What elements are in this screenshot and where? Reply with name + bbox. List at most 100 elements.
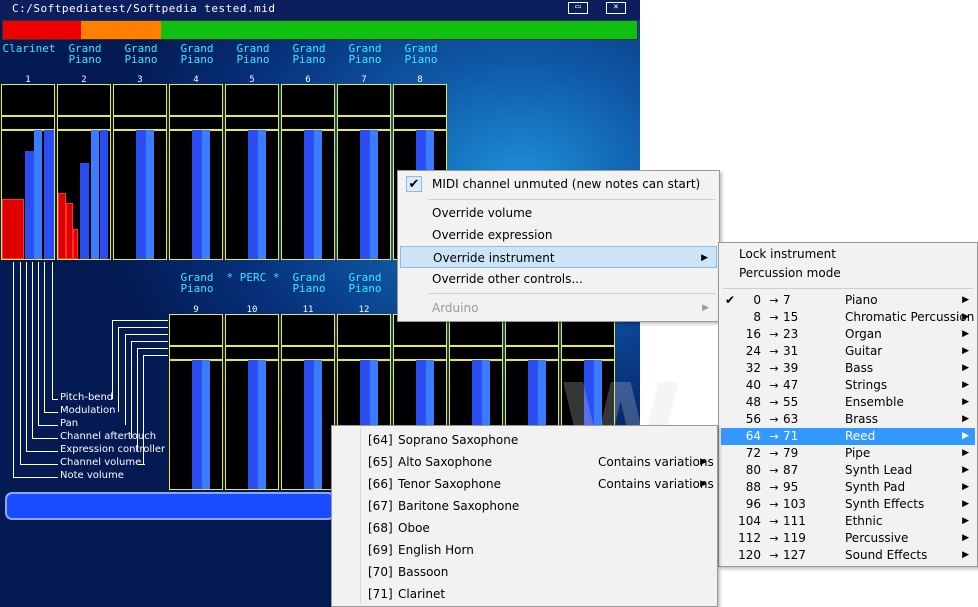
channel-pan-box[interactable] — [449, 346, 503, 360]
channel-volume-bar — [192, 360, 202, 489]
submenu-arrow-icon: ▶ — [962, 516, 969, 526]
channel-meter[interactable] — [281, 130, 335, 260]
menu-item-instrument-group-ethnic[interactable]: 104 → 111 Ethnic ▶ — [721, 513, 975, 530]
channel-meter[interactable] — [225, 130, 279, 260]
menu-item-override-volume[interactable]: Override volume — [400, 202, 717, 224]
menu-item-instrument-group-synth-effects[interactable]: 96 → 103 Synth Effects ▶ — [721, 496, 975, 513]
menu-item-instrument-group-synth-lead[interactable]: 80 → 87 Synth Lead ▶ — [721, 462, 975, 479]
aftertouch-bar — [100, 130, 108, 259]
channel-mute-box[interactable] — [57, 84, 111, 116]
menu-item-override-other-controls[interactable]: Override other controls... — [400, 268, 717, 290]
legend-connector — [112, 320, 113, 399]
instrument-name: Tenor Saxophone — [398, 477, 501, 491]
channel-pan-box[interactable] — [561, 346, 615, 360]
channel-meter[interactable] — [337, 130, 391, 260]
menu-item-instrument-group-bass[interactable]: 32 → 39 Bass ▶ — [721, 360, 975, 377]
program-range-end: 71 — [783, 429, 799, 443]
channel-meter[interactable] — [1, 130, 55, 260]
menu-item-percussion-mode[interactable]: Percussion mode — [721, 264, 975, 283]
note-volume-bar — [2, 199, 24, 259]
channel-mute-box[interactable] — [169, 84, 223, 116]
menu-item-instrument-group-percussive[interactable]: 112 → 119 Percussive ▶ — [721, 530, 975, 547]
channel-mute-box[interactable] — [393, 84, 447, 116]
window-title: C:/Softpediatest/Softpedia tested.mid — [12, 2, 276, 15]
legend-connector — [143, 355, 168, 356]
menu-item-instrument-group-pipe[interactable]: 72 → 79 Pipe ▶ — [721, 445, 975, 462]
channel-pan-box[interactable] — [393, 346, 447, 360]
menu-item-instrument-group-ensemble[interactable]: 48 → 55 Ensemble ▶ — [721, 394, 975, 411]
channel-pan-box[interactable] — [337, 346, 391, 360]
menu-item-reed-instrument[interactable]: [71] Clarinet — [334, 583, 715, 605]
channel-pan-box[interactable] — [1, 116, 55, 130]
close-button[interactable]: ✕ — [606, 2, 626, 14]
expression-bar — [370, 130, 378, 259]
channel-meter[interactable] — [169, 360, 223, 490]
range-arrow-icon: → — [769, 362, 779, 375]
menu-item-reed-instrument[interactable]: [69] English Horn — [334, 539, 715, 561]
menu-item-instrument-group-sound-effects[interactable]: 120 → 127 Sound Effects ▶ — [721, 547, 975, 564]
note-volume-bar — [73, 229, 78, 259]
menu-item-instrument-group-brass[interactable]: 56 → 63 Brass ▶ — [721, 411, 975, 428]
menu-item-instrument-group-reed[interactable]: 64 → 71 Reed ▶ — [721, 428, 975, 445]
menu-item-reed-instrument[interactable]: [65] Alto Saxophone Contains variations ▶ — [334, 451, 715, 473]
channel-mute-box[interactable] — [281, 314, 335, 346]
channel-pan-box[interactable] — [57, 116, 111, 130]
channel-meter[interactable] — [57, 130, 111, 260]
channel-mute-box[interactable] — [337, 84, 391, 116]
instrument-group-name: Reed — [845, 429, 876, 443]
instrument-group-name: Ethnic — [845, 514, 883, 528]
channel-pan-box[interactable] — [169, 346, 223, 360]
channel-pan-box[interactable] — [113, 116, 167, 130]
menu-item-instrument-group-guitar[interactable]: 24 → 31 Guitar ▶ — [721, 343, 975, 360]
channel-mute-box[interactable] — [225, 84, 279, 116]
channel-mute-box[interactable] — [113, 84, 167, 116]
menu-item-reed-instrument[interactable]: [67] Baritone Saxophone — [334, 495, 715, 517]
menu-item-override-instrument[interactable]: Override instrument ▶ — [400, 246, 717, 268]
channel-mute-box[interactable] — [225, 314, 279, 346]
legend-connector — [32, 262, 33, 438]
menu-item-instrument-group-chromatic-percussion[interactable]: 8 → 15 Chromatic Percussion ▶ — [721, 309, 975, 326]
range-arrow-icon: → — [769, 311, 779, 324]
channel-pan-box[interactable] — [393, 116, 447, 130]
instrument-group-name: Organ — [845, 327, 882, 341]
menu-item-instrument-group-strings[interactable]: 40 → 47 Strings ▶ — [721, 377, 975, 394]
program-range-start: 104 — [738, 514, 761, 528]
submenu-arrow-icon: ▶ — [962, 550, 969, 560]
channel-instrument-label: Grand Piano — [393, 43, 449, 65]
channel-pan-box[interactable] — [169, 116, 223, 130]
channel-meter[interactable] — [169, 130, 223, 260]
menu-item-reed-instrument[interactable]: [66] Tenor Saxophone Contains variations ▶ — [334, 473, 715, 495]
range-arrow-icon: → — [769, 379, 779, 392]
position-slider[interactable] — [5, 492, 335, 520]
menu-item-reed-instrument[interactable]: [70] Bassoon — [334, 561, 715, 583]
song-progress-bar[interactable] — [2, 20, 638, 40]
channel-meter[interactable] — [225, 360, 279, 490]
channel-pan-box[interactable] — [337, 116, 391, 130]
channel-mute-box[interactable] — [169, 314, 223, 346]
channel-pan-box[interactable] — [281, 346, 335, 360]
channel-pan-box[interactable] — [225, 116, 279, 130]
submenu-arrow-icon: ▶ — [962, 465, 969, 475]
menu-item-instrument-group-piano[interactable]: ✔ 0 → 7 Piano ▶ — [721, 292, 975, 309]
channel-pan-box[interactable] — [225, 346, 279, 360]
program-number: [64] — [368, 433, 393, 447]
menu-item-channel-unmuted[interactable]: ✔ MIDI channel unmuted (new notes can st… — [400, 173, 717, 195]
menu-item-instrument-group-synth-pad[interactable]: 88 → 95 Synth Pad ▶ — [721, 479, 975, 496]
channel-pan-box[interactable] — [505, 346, 559, 360]
program-range-start: 88 — [745, 480, 761, 494]
channel-pan-box[interactable] — [281, 116, 335, 130]
legend-connector — [26, 262, 27, 451]
menu-item-lock-instrument[interactable]: Lock instrument — [721, 245, 975, 264]
menu-item-instrument-group-organ[interactable]: 16 → 23 Organ ▶ — [721, 326, 975, 343]
channel-mute-box[interactable] — [1, 84, 55, 116]
program-range-end: 111 — [783, 514, 806, 528]
channel-meter[interactable] — [113, 130, 167, 260]
channel-mute-box[interactable] — [337, 314, 391, 346]
aftertouch-bar — [44, 130, 54, 259]
minimize-button[interactable]: ▭ — [568, 2, 588, 14]
menu-item-reed-instrument[interactable]: [68] Oboe — [334, 517, 715, 539]
menu-item-override-expression[interactable]: Override expression — [400, 224, 717, 246]
channel-meter[interactable] — [281, 360, 335, 490]
channel-mute-box[interactable] — [281, 84, 335, 116]
menu-item-reed-instrument[interactable]: [64] Soprano Saxophone — [334, 429, 715, 451]
